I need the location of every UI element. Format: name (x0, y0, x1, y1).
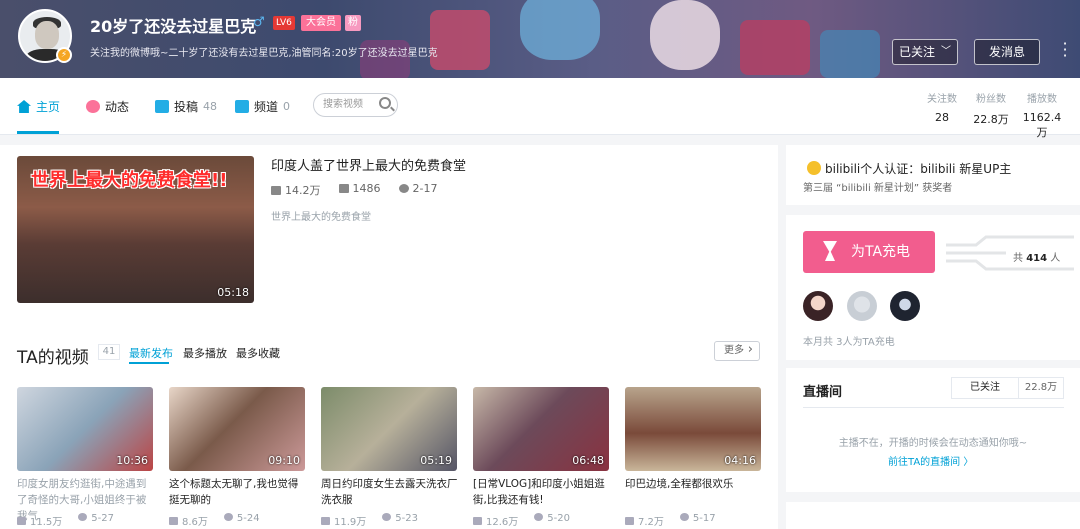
channel-icon (235, 100, 249, 113)
more-options-icon[interactable]: · · · (1058, 36, 1072, 64)
username: 20岁了还没去过星巴克 (90, 17, 257, 36)
video-thumbnail[interactable]: 10:36 (17, 387, 153, 471)
charger-avatar[interactable] (890, 291, 920, 321)
charge-note: 本月共 3人为TA充电 (803, 337, 895, 348)
video-meta: 11.9万 5-23 (321, 513, 418, 528)
banner-gift-decoration (430, 10, 490, 70)
video-thumbnail[interactable]: 05:19 (321, 387, 457, 471)
tab-dynamic[interactable]: 动态 (86, 98, 129, 115)
follow-button[interactable]: 已关注 ﹀ (892, 39, 958, 65)
live-offline-message: 主播不在，开播的时候会在动态通知你哦~ (838, 438, 1028, 449)
main-content: 世界上最大的免费食堂!! 05:18 印度人盖了世界上最大的免费食堂 14.2万… (0, 145, 778, 529)
message-button[interactable]: 发消息 (974, 39, 1040, 65)
banner-gift-decoration-3 (820, 30, 880, 78)
video-duration: 04:16 (724, 454, 756, 467)
certification-subtext: 第三届 “bilibili 新星计划” 获奖者 (803, 183, 953, 194)
featured-video-title[interactable]: 印度人盖了世界上最大的免费食堂 (271, 155, 466, 174)
live-room-title: 直播间 (803, 385, 843, 400)
video-meta: 12.6万 5-20 (473, 513, 570, 528)
profile-navbar: 主页 动态 投稿 48 频道 0 搜索视频 关注数 28 粉丝数 22.8万 播… (0, 78, 1080, 139)
search-icon[interactable] (379, 97, 391, 109)
video-title[interactable]: 周日约印度女生去露天洗衣厂洗衣服 (321, 476, 459, 508)
charge-button[interactable]: 为TA充电 (803, 231, 935, 273)
tab-home[interactable]: 主页 (17, 98, 60, 115)
home-icon (17, 100, 31, 113)
user-signature: 关注我的微博哦~二十岁了还没有去过星巴克,油管同名:20岁了还没去过星巴克 (90, 48, 438, 59)
gender-male-icon: ♂ (253, 15, 265, 30)
danmaku-icon (338, 184, 349, 193)
tab-uploads[interactable]: 投稿 48 (155, 98, 217, 115)
video-duration: 09:10 (268, 454, 300, 467)
live-follower-count: 22.8万 (1019, 377, 1064, 399)
live-room-panel: 直播间 已关注 22.8万 主播不在，开播的时候会在动态通知你哦~ 前往TA的直… (786, 368, 1080, 492)
live-follow-button[interactable]: 已关注 (951, 377, 1019, 399)
featured-video-meta: 14.2万 1486 2-17 (271, 182, 437, 198)
certification-panel: bilibili个人认证：bilibili 新星UP主 第三届 “bilibil… (786, 145, 1080, 205)
tab-channels[interactable]: 频道 0 (235, 98, 290, 115)
stat-following[interactable]: 关注数 28 (922, 90, 962, 124)
banner-gift-decoration-2 (740, 20, 810, 75)
video-thumbnail[interactable]: 09:10 (169, 387, 305, 471)
video-meta: 7.2万 5-17 (625, 513, 716, 528)
more-videos-button[interactable]: 更多 (714, 341, 760, 361)
chevron-down-icon: ﹀ (941, 46, 951, 57)
certified-lightning-icon (807, 161, 821, 175)
play-icon (473, 517, 482, 525)
video-duration: 06:48 (572, 454, 604, 467)
clock-icon (223, 513, 233, 521)
banner-character-decoration (520, 0, 600, 60)
sort-most-favorited[interactable]: 最多收藏 (236, 345, 280, 361)
videos-count: 41 (98, 344, 120, 360)
dynamic-icon (86, 100, 100, 113)
videos-section-title: TA的视频 (17, 348, 89, 368)
go-to-live-room-link[interactable]: 前往TA的直播间 〉 (888, 453, 973, 468)
fan-tag-badge: 粉 (345, 15, 361, 31)
video-title[interactable]: [日常VLOG]和印度小姐姐逛街,比我还有钱! (473, 476, 611, 508)
clock-icon (382, 513, 392, 521)
charge-panel: 为TA充电 共 414 人 本月共 3人为TA充电 (786, 215, 1080, 360)
clock-icon (78, 513, 88, 521)
active-sort-indicator (129, 362, 169, 364)
charge-total: 共 414 人 (1013, 253, 1061, 264)
danmaku-count: 1486 (338, 182, 381, 198)
featured-video-thumbnail[interactable]: 世界上最大的免费食堂!! 05:18 (17, 156, 254, 303)
video-meta: 8.6万 5-24 (169, 513, 260, 528)
stat-plays: 播放数 1162.4万 (1022, 94, 1062, 139)
play-icon (625, 517, 634, 525)
charger-avatar[interactable] (847, 291, 877, 321)
search-input[interactable]: 搜索视频 (313, 93, 398, 117)
vip-badge: 大会员 (301, 15, 341, 31)
video-thumbnail[interactable]: 04:16 (625, 387, 761, 471)
video-thumbnail[interactable]: 06:48 (473, 387, 609, 471)
thumbnail-caption: 世界上最大的免费食堂!! (31, 170, 228, 191)
banner-bunny-decoration (650, 0, 720, 70)
certification-text: bilibili个人认证：bilibili 新星UP主 (825, 162, 1012, 176)
featured-video-description: 世界上最大的免费食堂 (271, 212, 371, 223)
play-icon (169, 517, 178, 525)
play-icon (321, 517, 330, 525)
clock-icon (534, 513, 544, 521)
uploads-icon (155, 100, 169, 113)
video-duration: 10:36 (116, 454, 148, 467)
sort-latest[interactable]: 最新发布 (129, 345, 173, 361)
play-count: 14.2万 (271, 182, 321, 198)
play-icon (17, 517, 26, 525)
charger-avatar[interactable] (803, 291, 833, 321)
clock-icon (398, 184, 409, 193)
video-title[interactable]: 印巴边境,全程都很欢乐 (625, 476, 763, 492)
verified-badge-icon: ⚡ (56, 47, 72, 63)
video-duration: 05:19 (420, 454, 452, 467)
sidebar-panel-bottom (786, 502, 1080, 529)
level-badge: LV6 (273, 16, 295, 30)
sort-most-played[interactable]: 最多播放 (183, 345, 227, 361)
play-icon (271, 186, 281, 195)
stat-fans[interactable]: 粉丝数 22.8万 (970, 90, 1012, 127)
video-meta: 11.5万 5-27 (17, 513, 114, 528)
active-tab-indicator (17, 131, 59, 134)
video-duration: 05:18 (217, 286, 249, 299)
video-title[interactable]: 这个标题太无聊了,我也觉得挺无聊的 (169, 476, 307, 508)
clock-icon (679, 513, 689, 521)
divider (803, 407, 1064, 408)
upload-date: 2-17 (398, 182, 437, 198)
